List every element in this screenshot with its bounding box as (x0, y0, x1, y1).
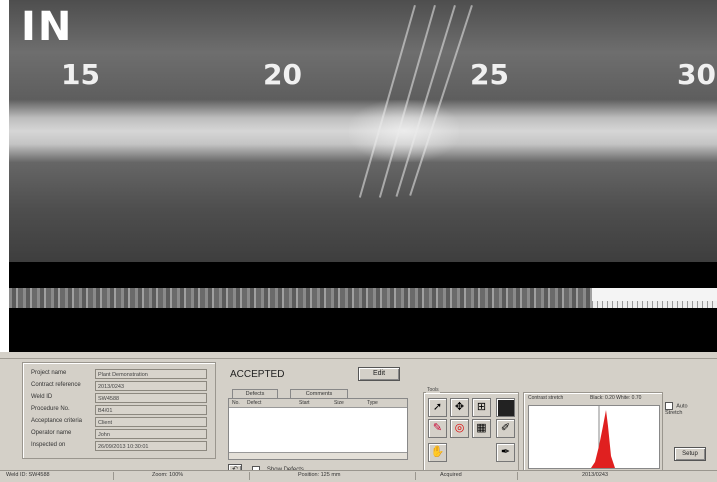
info-row: Procedure No. B4/01 (23, 405, 213, 417)
info-value: B4/01 (95, 405, 207, 415)
info-label: Operator name (31, 430, 72, 436)
image-separator (9, 308, 717, 352)
tab-comments[interactable]: Comments (290, 389, 348, 398)
info-label: Acceptance criteria (31, 418, 83, 424)
scale-marker: 25 (470, 58, 509, 91)
column-header[interactable]: Type (367, 400, 378, 406)
panel-title-bar (0, 352, 717, 359)
info-label: Inspected on (31, 442, 66, 448)
radiograph-viewer-window: IN 15 20 25 30 Project name Plant Demons… (0, 0, 717, 482)
tools-group: Tools ➚ ✥ ⊞ ✎ ◎ ▦ ✐ ✋ ✒ (423, 387, 519, 472)
status-cell: Acquired (438, 472, 518, 480)
info-row: Weld ID SW4588 (23, 393, 213, 405)
status-cell: Weld ID: SW4588 (4, 472, 114, 480)
info-value: Client (95, 417, 207, 427)
pan-tool-icon[interactable]: ✥ (450, 398, 469, 417)
status-cell: Zoom: 100% (150, 472, 250, 480)
status-bar: Weld ID: SW4588 Zoom: 100% Position: 125… (0, 470, 717, 482)
auto-stretch-option[interactable]: Auto Stretch (665, 402, 705, 416)
histogram[interactable] (528, 405, 660, 469)
contrast-group: Contrast stretch Black: 0.20 White: 0.70 (523, 392, 663, 472)
edit-button[interactable]: Edit (358, 367, 400, 381)
horizontal-scrollbar[interactable] (229, 452, 407, 459)
grid-tool-icon[interactable]: ▦ (472, 419, 491, 438)
column-header[interactable]: No. (232, 400, 240, 406)
overview-viewport[interactable] (592, 288, 717, 308)
status-cell: Position: 125 mm (296, 472, 416, 480)
scale-marker: 15 (61, 58, 100, 91)
overview-strip[interactable] (9, 288, 717, 308)
image-separator (9, 262, 717, 288)
control-panel: Project name Plant Demonstration Contrac… (0, 352, 717, 481)
pointer-tool-icon[interactable]: ➚ (428, 398, 447, 417)
info-value: SW4588 (95, 393, 207, 403)
acceptance-status: ACCEPTED (230, 369, 285, 380)
column-header[interactable]: Start (299, 400, 310, 406)
info-label: Weld ID (31, 394, 53, 400)
info-row: Acceptance criteria Client (23, 417, 213, 429)
info-label: Procedure No. (31, 406, 70, 412)
orientation-marker: IN (21, 4, 74, 50)
info-value: Plant Demonstration (95, 369, 207, 379)
info-row: Inspected on 26/09/2013 10:30:01 (23, 441, 213, 453)
info-row: Project name Plant Demonstration (23, 369, 213, 381)
tools-caption: Tools (426, 387, 440, 393)
info-row: Contract reference 2013/0243 (23, 381, 213, 393)
auto-stretch-checkbox[interactable] (665, 402, 673, 410)
info-row: Operator name John (23, 429, 213, 441)
info-label: Contract reference (31, 382, 81, 388)
info-value: John (95, 429, 207, 439)
status-cell: 2013/0243 (582, 472, 608, 478)
info-value: 26/09/2013 10:30:01 (95, 441, 207, 451)
histogram-peak (591, 410, 615, 468)
contrast-caption: Contrast stretch (528, 395, 564, 401)
hand-tool-icon[interactable]: ✋ (428, 443, 447, 462)
density-tool-icon[interactable]: ✐ (496, 419, 515, 438)
tab-defects[interactable]: Defects (232, 389, 278, 398)
radiograph-image[interactable]: IN 15 20 25 30 (9, 0, 717, 262)
scale-marker: 20 (263, 58, 302, 91)
weld-info-group: Project name Plant Demonstration Contrac… (22, 362, 216, 459)
column-header[interactable]: Defect (247, 400, 261, 406)
defects-table-header: No. Defect Start Size Type (229, 399, 407, 408)
annotate-tool-icon[interactable]: ✎ (428, 419, 447, 438)
scale-marker: 30 (677, 58, 716, 91)
zoom-tool-icon[interactable]: ◎ (450, 419, 469, 438)
info-label: Project name (31, 370, 67, 376)
setup-button[interactable]: Setup (674, 447, 706, 461)
info-value: 2013/0243 (95, 381, 207, 391)
measure-tool-icon[interactable]: ⊞ (472, 398, 491, 417)
column-header[interactable]: Size (334, 400, 344, 406)
defects-table[interactable]: No. Defect Start Size Type (228, 398, 408, 460)
pen-tool-icon[interactable]: ✒ (496, 443, 515, 462)
line-tool-icon[interactable] (496, 398, 515, 417)
histogram-plot (591, 406, 615, 468)
contrast-levels: Black: 0.20 White: 0.70 (590, 395, 642, 401)
